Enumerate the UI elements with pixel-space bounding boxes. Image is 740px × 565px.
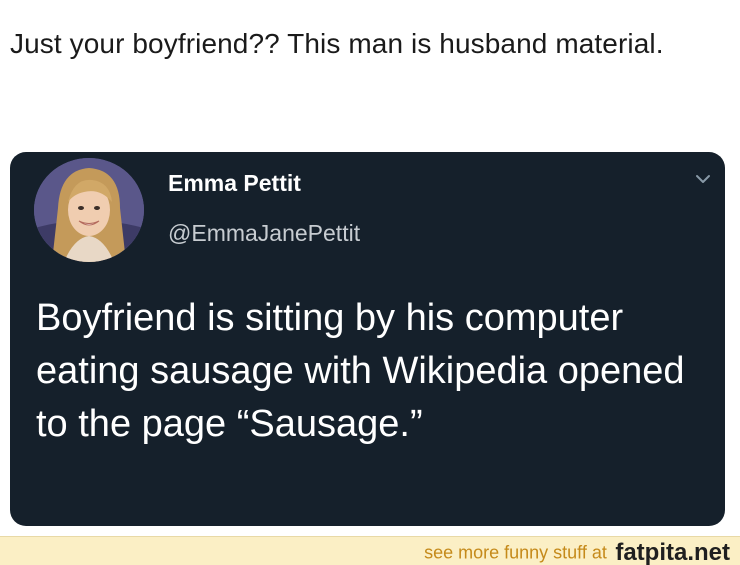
avatar[interactable] xyxy=(34,158,144,262)
screenshot-page: Just your boyfriend?? This man is husban… xyxy=(0,0,740,565)
footer-tagline: see more funny stuff at xyxy=(424,542,607,563)
avatar-image xyxy=(34,158,144,262)
tweet-card[interactable]: Emma Pettit @EmmaJanePettit Boyfriend is… xyxy=(10,152,725,526)
footer-brand[interactable]: fatpita.net xyxy=(615,539,730,565)
footer-text: see more funny stuff at fatpita.net xyxy=(424,539,730,565)
display-name[interactable]: Emma Pettit xyxy=(168,170,301,197)
user-handle[interactable]: @EmmaJanePettit xyxy=(168,220,360,247)
watermark-footer: see more funny stuff at fatpita.net xyxy=(0,536,740,565)
post-caption: Just your boyfriend?? This man is husban… xyxy=(10,28,664,59)
tweet-body: Boyfriend is sitting by his computer eat… xyxy=(36,297,685,445)
chevron-down-icon[interactable] xyxy=(693,172,713,186)
